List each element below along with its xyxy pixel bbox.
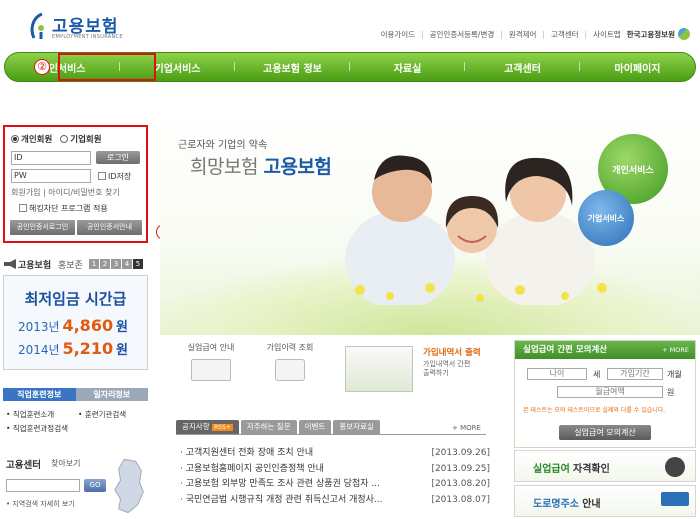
promo-2013: 2013년 4,860 원 xyxy=(18,316,128,335)
notice-row[interactable]: · 고객지원센터 전화 장애 조치 안내 [2013.09.26] xyxy=(180,446,490,462)
printer-icon xyxy=(275,359,305,381)
notice-row[interactable]: · 국민연금법 시행규칙 개정 관련 취득신고서 개정사... [2013.08.… xyxy=(180,493,490,509)
cert-link[interactable]: 공인인증서등록/변경 xyxy=(430,29,495,40)
remote-link[interactable]: 원격제어 xyxy=(509,29,537,40)
hero-title: 희망보험 고용보험 xyxy=(190,156,332,178)
calc-header: 실업급여 간편 모의계산 + MORE xyxy=(515,341,695,359)
save-id-checkbox[interactable]: ID저장 xyxy=(98,171,131,182)
period-input[interactable]: 가입기간 xyxy=(607,368,663,380)
benefit-calculator: 실업급여 간편 모의계산 + MORE 나이 세 가입기간 개월 월급여액 원 … xyxy=(514,340,696,448)
service-history[interactable]: 가입이력 조회 xyxy=(255,342,325,381)
account-links: 회원가입 | 아이디/비밀번호 찾기 xyxy=(11,188,120,197)
center-go-button[interactable]: GO xyxy=(84,479,106,492)
center-finder: 고용센터 찾아보기 GO • 지역검색 자세히 보기 xyxy=(3,455,148,519)
promo-page-4[interactable]: 4 xyxy=(122,259,132,269)
top-links: 이용가이드 | 공인인증서등록/변경 | 원격제어 | 고객센터 | 사이트맵 한국고용… xyxy=(381,28,690,40)
training-links: • 직업훈련소개 • 훈련기관검색 • 직업훈련과정검색 xyxy=(6,408,151,436)
calc-button[interactable]: 실업급여 모의계산 xyxy=(559,425,651,440)
id-input[interactable]: ID xyxy=(11,151,91,165)
wage-input[interactable]: 월급여액 xyxy=(557,386,663,398)
guide-link[interactable]: 이용가이드 xyxy=(381,29,416,40)
password-input[interactable]: PW xyxy=(11,169,91,183)
tab-pr[interactable]: 홍보자료실 xyxy=(333,420,380,434)
find-account-link[interactable]: 아이디/비밀번호 찾기 xyxy=(48,188,119,197)
promo-2014: 2014년 5,210 원 xyxy=(18,339,128,358)
promo-pager: 1 2 3 4 5 xyxy=(89,259,143,269)
promo-page-2[interactable]: 2 xyxy=(100,259,110,269)
training-course-link[interactable]: • 직업훈련과정검색 xyxy=(6,424,68,433)
promo-banner[interactable]: 최저임금 시간급 2013년 4,860 원 2014년 5,210 원 xyxy=(3,275,148,370)
hero-company-service-button[interactable]: 기업서비스 xyxy=(578,190,634,246)
notice-list: · 고객지원센터 전화 장애 조치 안내 [2013.09.26] · 고용보험홈… xyxy=(180,446,490,508)
promo-page-5[interactable]: 5 xyxy=(133,259,143,269)
promo-page-1[interactable]: 1 xyxy=(89,259,99,269)
korea-map-icon xyxy=(114,458,144,514)
radio-personal[interactable]: 개인회원 xyxy=(11,133,52,145)
sitemap-link[interactable]: 사이트맵 xyxy=(593,29,621,40)
card-icon xyxy=(665,457,685,477)
nav-customer[interactable]: 고객센터 xyxy=(465,60,580,75)
document-icon xyxy=(191,359,231,381)
age-input[interactable]: 나이 xyxy=(527,368,587,380)
logo-subtitle: EMPLOYMENT INSURANCE xyxy=(52,34,123,40)
member-type: 개인회원 기업회원 xyxy=(11,133,102,145)
promo-page-3[interactable]: 3 xyxy=(111,259,121,269)
login-panel: 개인회원 기업회원 ID PW 로그인 ID저장 회원가입 | 아이디/비밀번호… xyxy=(3,125,148,243)
hero-tagline: 근로자와 기업의 약속 xyxy=(178,140,268,151)
notice-row[interactable]: · 고용보험홈페이지 공인인증정책 안내 [2013.09.25] xyxy=(180,462,490,478)
notice-more-link[interactable]: + MORE xyxy=(452,424,481,432)
join-link[interactable]: 회원가입 xyxy=(11,188,40,197)
brand-link[interactable]: 한국고용정보원 xyxy=(627,28,690,40)
tab-jobs[interactable]: 일자리정보 xyxy=(75,388,148,401)
center-search-input[interactable] xyxy=(6,479,80,492)
center-detail-link[interactable]: • 지역검색 자세히 보기 xyxy=(6,499,75,509)
family-photo xyxy=(345,155,607,305)
sign-icon xyxy=(661,492,689,506)
nav-mypage[interactable]: 마이페이지 xyxy=(580,60,695,75)
training-intro-link[interactable]: • 직업훈련소개 xyxy=(6,410,54,419)
qualification-check-banner[interactable]: 실업급여 자격확인 xyxy=(514,450,696,482)
radio-company[interactable]: 기업회원 xyxy=(60,133,102,145)
login-button[interactable]: 로그인 xyxy=(96,151,140,164)
tab-training[interactable]: 직업훈련정보 xyxy=(3,388,76,401)
logo-mark-icon xyxy=(30,12,44,39)
service-print[interactable]: 가입내역서 출력 가입내역서 간편 출력하기 xyxy=(335,340,495,398)
tab-event[interactable]: 이벤트 xyxy=(298,420,332,434)
customer-link[interactable]: 고객센터 xyxy=(551,29,579,40)
promo-headline: 최저임금 시간급 xyxy=(24,290,127,308)
megaphone-icon xyxy=(4,259,16,269)
annotation-two: ② xyxy=(34,59,50,75)
hero-banner: 근로자와 기업의 약속 희망보험 고용보험 개인서비스 기업서비스 xyxy=(160,110,700,335)
hack-block-checkbox[interactable]: 해킹차단 프로그램 적용 xyxy=(19,203,108,214)
service-unemployment[interactable]: 실업급여 안내 xyxy=(176,342,246,381)
notice-tabs: 공지사항 RSS+ 자주하는 질문 이벤트 홍보자료실 xyxy=(176,420,486,434)
tab-notice[interactable]: 공지사항 RSS+ xyxy=(176,420,239,434)
screen-icon xyxy=(345,346,413,392)
training-org-link[interactable]: • 훈련기관검색 xyxy=(78,408,126,422)
cert-guide-button[interactable]: 공인인증서안내 xyxy=(77,220,142,235)
promo-header: 고용보험 홍보존 1 2 3 4 5 xyxy=(3,258,148,274)
site-logo[interactable]: 고용보험 EMPLOYMENT INSURANCE xyxy=(28,10,138,44)
brand-logo-icon xyxy=(678,28,690,40)
calc-more-link[interactable]: + MORE xyxy=(662,341,689,359)
tab-faq[interactable]: 자주하는 질문 xyxy=(240,420,297,434)
road-address-banner[interactable]: 도로명주소 안내 xyxy=(514,485,696,517)
cert-login-button[interactable]: 공인인증서로그인 xyxy=(10,220,75,235)
nav-archive[interactable]: 자료실 xyxy=(350,60,465,75)
notice-row[interactable]: · 고용보험 외부망 만족도 조사 관련 상품권 당첨자 ... [2013.08… xyxy=(180,477,490,493)
nav-info[interactable]: 고용보험 정보 xyxy=(235,60,350,75)
training-tabs: 직업훈련정보 일자리정보 xyxy=(3,388,148,401)
highlight-box-nav xyxy=(58,53,156,81)
